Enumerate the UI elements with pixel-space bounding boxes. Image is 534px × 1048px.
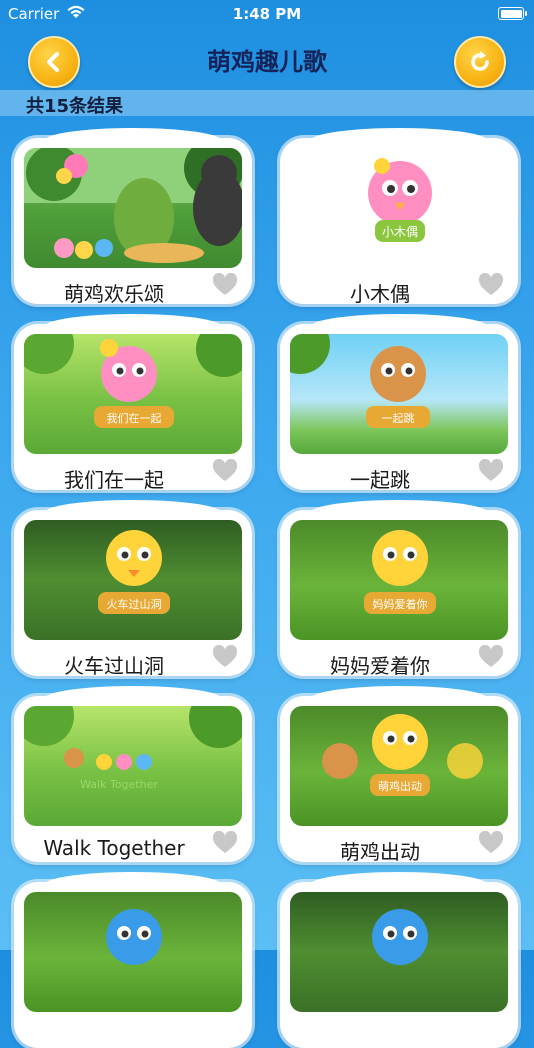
song-card[interactable]: [14, 872, 252, 1048]
thumbnail-label: 火车过山洞: [107, 597, 162, 611]
thumbnail-label: 萌鸡出动: [378, 779, 422, 793]
heart-icon[interactable]: [212, 831, 238, 855]
song-thumbnail[interactable]: [24, 892, 242, 1012]
song-card[interactable]: 萌鸡欢乐颂: [14, 128, 252, 306]
refresh-icon: [471, 51, 489, 71]
thumbnail-illustration: 火车过山洞: [98, 530, 170, 614]
thumbnail-illustration: 我们在一起: [24, 334, 242, 428]
thumbnail-illustration: 小木偶: [368, 158, 432, 242]
thumbnail-illustration: 妈妈爱着你: [364, 530, 436, 614]
heart-icon[interactable]: [212, 459, 238, 483]
song-card[interactable]: [280, 872, 518, 1048]
song-title: 我们在一起: [64, 468, 164, 492]
song-thumbnail[interactable]: 小木偶: [290, 148, 508, 268]
song-thumbnail[interactable]: [290, 892, 508, 1012]
song-card[interactable]: 妈妈爱着你 妈妈爱着你: [280, 500, 518, 678]
status-time: 1:48 PM: [232, 5, 302, 23]
song-thumbnail[interactable]: 萌鸡出动: [290, 706, 508, 826]
refresh-button[interactable]: [454, 36, 506, 88]
result-count-bar: 共15条结果: [0, 90, 534, 117]
thumbnail-illustration: [372, 909, 428, 965]
thumbnail-label: 小木偶: [382, 225, 418, 239]
thumbnail-illustration: 萌鸡出动: [322, 714, 483, 796]
song-title: Walk Together: [43, 836, 185, 860]
thumbnail-label: 我们在一起: [107, 411, 162, 425]
thumbnail-illustration: 一起跳: [290, 334, 430, 428]
heart-icon[interactable]: [478, 831, 504, 855]
thumbnail-illustration: Walk Together: [24, 706, 242, 791]
nav-bar: 萌鸡趣儿歌: [0, 30, 534, 90]
song-title: 一起跳: [350, 468, 410, 492]
song-thumbnail[interactable]: [24, 148, 242, 268]
thumbnail-label: 妈妈爱着你: [373, 597, 428, 611]
song-thumbnail[interactable]: 我们在一起: [24, 334, 242, 454]
song-card[interactable]: 萌鸡出动 萌鸡出动: [280, 686, 518, 864]
song-title: 火车过山洞: [64, 654, 164, 678]
song-title: 萌鸡出动: [340, 840, 420, 864]
song-card[interactable]: Walk Together Walk Together: [14, 686, 252, 862]
thumbnail-illustration: [24, 148, 242, 263]
heart-icon[interactable]: [478, 645, 504, 669]
thumbnail-label: Walk Together: [80, 778, 158, 791]
song-card[interactable]: 一起跳 一起跳: [280, 314, 518, 492]
song-card[interactable]: 火车过山洞 火车过山洞: [14, 500, 252, 678]
song-thumbnail[interactable]: Walk Together: [24, 706, 242, 826]
song-title: 小木偶: [350, 282, 410, 306]
heart-icon[interactable]: [212, 645, 238, 669]
result-count: 共15条结果: [26, 96, 124, 117]
status-bar: Carrier 1:48 PM: [0, 0, 534, 28]
heart-icon[interactable]: [212, 273, 238, 297]
heart-icon[interactable]: [478, 459, 504, 483]
song-card[interactable]: 我们在一起 我们在一起: [14, 314, 252, 492]
heart-icon[interactable]: [478, 273, 504, 297]
song-card[interactable]: 小木偶 小木偶: [280, 128, 518, 306]
song-thumbnail[interactable]: 妈妈爱着你: [290, 520, 508, 640]
thumbnail-illustration: [106, 909, 162, 965]
song-thumbnail[interactable]: 一起跳: [290, 334, 508, 454]
battery-icon: [498, 7, 527, 20]
thumbnail-label: 一起跳: [382, 411, 415, 425]
song-thumbnail[interactable]: 火车过山洞: [24, 520, 242, 640]
song-title: 妈妈爱着你: [330, 654, 430, 678]
song-title: 萌鸡欢乐颂: [64, 282, 164, 306]
